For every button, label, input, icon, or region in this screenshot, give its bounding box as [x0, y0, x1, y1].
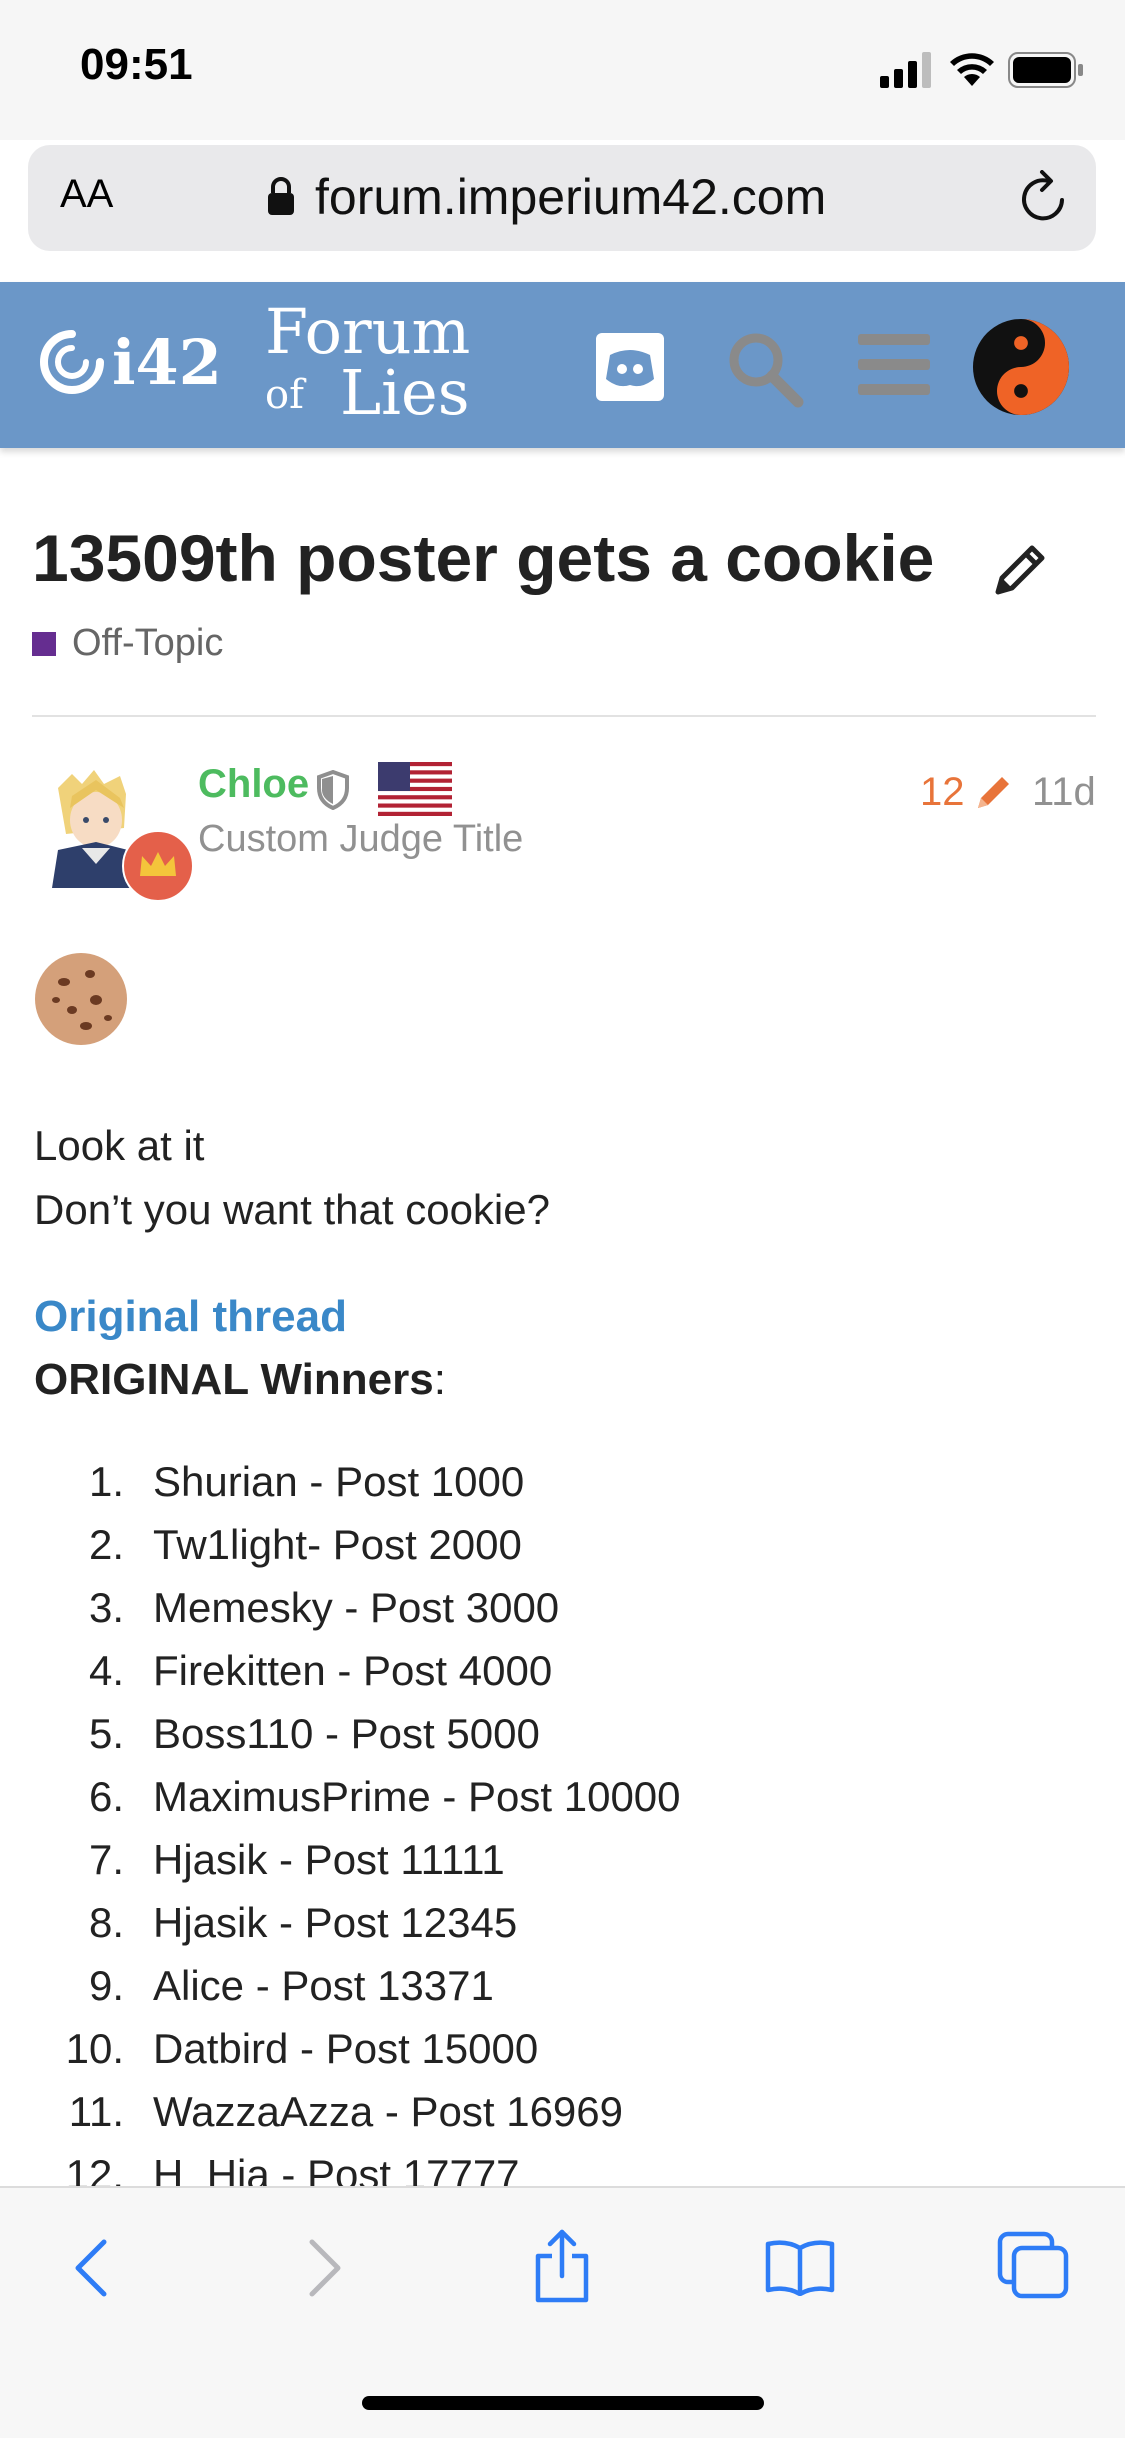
list-text: Alice - Post 13371 — [153, 1962, 494, 2009]
battery-icon — [1008, 52, 1083, 88]
username[interactable]: Chloe — [198, 762, 309, 807]
edit-pencil-icon[interactable] — [990, 540, 1050, 600]
share-icon[interactable] — [530, 2228, 594, 2304]
list-number: 8. — [88, 1899, 124, 1946]
forum-logo-lies: Lies — [340, 356, 470, 429]
topic-title: 13509th poster gets a cookie — [32, 521, 935, 595]
list-text: Datbird - Post 15000 — [153, 2025, 539, 2072]
list-number: 9. — [88, 1962, 124, 2009]
text-size-button[interactable]: AA — [60, 172, 113, 217]
wifi-icon — [950, 53, 994, 86]
list-number: 6. — [88, 1773, 124, 1820]
list-number: 10. — [65, 2025, 124, 2072]
status-time: 09:51 — [80, 40, 193, 89]
bookmarks-icon[interactable] — [764, 2236, 836, 2296]
forward-arrow-icon[interactable] — [306, 2238, 346, 2298]
list-text: Tw1light- Post 2000 — [153, 1521, 522, 1568]
winners-heading-suffix: : — [433, 1355, 446, 1404]
list-text: Shurian - Post 1000 — [153, 1458, 525, 1505]
list-number: 4. — [88, 1647, 124, 1694]
moderator-shield-icon — [317, 770, 349, 810]
reload-icon[interactable] — [1018, 170, 1070, 226]
cookie-emoji — [35, 953, 127, 1045]
home-indicator[interactable] — [362, 2396, 764, 2410]
list-text: Boss110 - Post 5000 — [153, 1710, 540, 1757]
i42-logo-swirl-icon[interactable] — [38, 326, 106, 398]
winners-heading-bold: ORIGINAL Winners — [34, 1355, 434, 1404]
post-age[interactable]: 11d — [1032, 770, 1096, 815]
list-number: 7. — [88, 1836, 124, 1883]
edit-count[interactable]: 12 — [920, 770, 965, 815]
list-text: WazzaAzza - Post 16969 — [153, 2088, 623, 2135]
list-text: Memesky - Post 3000 — [153, 1584, 560, 1631]
list-text: Hjasik - Post 11111 — [153, 1836, 505, 1883]
user-title: Custom Judge Title — [198, 818, 524, 860]
edit-history-pencil-icon[interactable] — [974, 772, 1014, 812]
i42-logo-text[interactable]: i42 — [112, 326, 222, 399]
post-line-2: Don’t you want that cookie? — [34, 1186, 550, 1233]
category-color-square — [32, 632, 56, 656]
list-number: 3. — [88, 1584, 124, 1631]
category-badge[interactable]: Off-Topic — [72, 622, 223, 665]
list-number: 11. — [68, 2088, 124, 2135]
list-number: 2. — [88, 1521, 124, 1568]
list-number: 1. — [88, 1458, 124, 1505]
search-icon[interactable] — [724, 328, 806, 410]
post-line-1: Look at it — [34, 1122, 205, 1169]
original-thread-link[interactable]: Original thread — [34, 1292, 347, 1342]
us-flag-icon — [378, 762, 452, 816]
forum-logo-of: of — [265, 372, 304, 418]
list-number: 5. — [88, 1710, 124, 1757]
signal-icon — [880, 52, 931, 88]
list-text: MaximusPrime - Post 10000 — [153, 1773, 681, 1820]
forum-logo-word[interactable]: Forum — [265, 301, 470, 363]
winners-heading: ORIGINAL Winners: — [34, 1355, 446, 1405]
yin-yang-avatar-icon[interactable] — [972, 318, 1070, 416]
divider — [32, 715, 1096, 717]
url-text[interactable]: forum.imperium42.com — [315, 168, 826, 226]
back-arrow-icon[interactable] — [70, 2238, 110, 2298]
tabs-icon[interactable] — [996, 2230, 1070, 2300]
list-text: Hjasik - Post 12345 — [153, 1899, 518, 1946]
crown-badge-icon — [122, 830, 194, 902]
discord-icon[interactable] — [596, 333, 664, 401]
list-text: Firekitten - Post 4000 — [153, 1647, 553, 1694]
hamburger-menu-icon[interactable] — [858, 334, 930, 396]
lock-icon — [268, 177, 294, 215]
